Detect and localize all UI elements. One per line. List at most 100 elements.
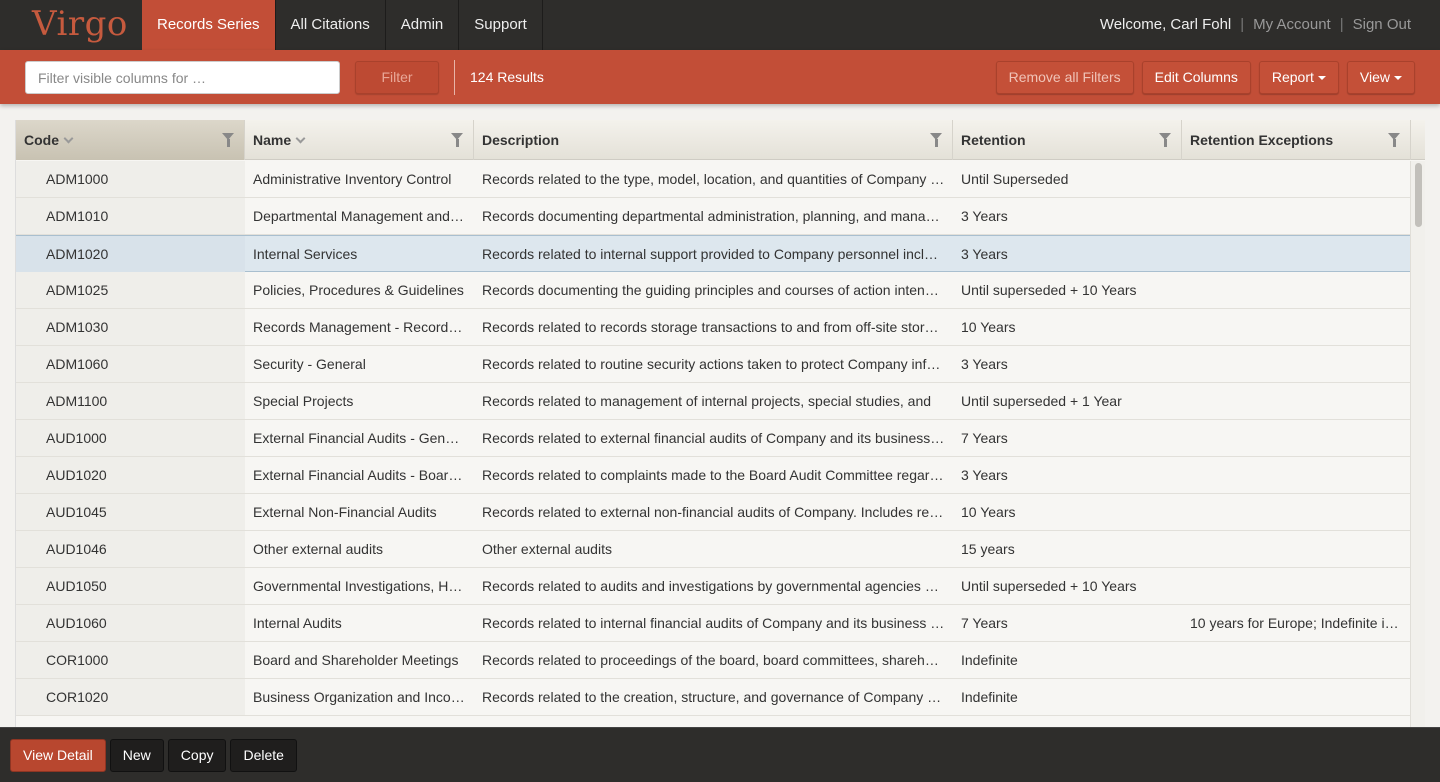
cell-name: External Financial Audits - Board Audit … xyxy=(253,467,474,483)
cell-name: Special Projects xyxy=(253,393,354,409)
vertical-scrollbar[interactable] xyxy=(1410,161,1425,727)
table-row[interactable]: ADM1020 Internal Services Records related … xyxy=(16,235,1411,272)
column-header-retention[interactable]: Retention xyxy=(953,120,1182,160)
main-nav: Records Series All Citations Admin Suppo… xyxy=(142,0,543,50)
cell-description: Records related to audits and investigat… xyxy=(482,578,949,594)
column-title: Retention xyxy=(961,132,1026,148)
cell-retention: Until superseded + 10 Years xyxy=(961,578,1137,594)
cell-description: Other external audits xyxy=(482,541,612,557)
table-row[interactable]: ADM1060 Security - General Records related… xyxy=(16,346,1411,383)
caret-down-icon xyxy=(1394,76,1402,81)
cell-retention-exceptions xyxy=(1182,494,1411,530)
toolbar-actions: Remove all Filters Edit Columns Report V… xyxy=(995,61,1415,94)
cell-name: Internal Audits xyxy=(253,615,342,631)
filter-funnel-icon[interactable] xyxy=(1159,133,1172,147)
table-row[interactable]: ADM1100 Special Projects Records related t… xyxy=(16,383,1411,420)
cell-retention: 10 Years xyxy=(961,504,1016,520)
table-row[interactable]: COR1000 Board and Shareholder Meetings Rec… xyxy=(16,642,1411,679)
remove-all-filters-button[interactable]: Remove all Filters xyxy=(995,61,1134,94)
cell-description: Records related to management of interna… xyxy=(482,393,932,409)
filter-button[interactable]: Filter xyxy=(355,61,439,94)
table-row[interactable]: AUD1060 Internal Audits Records related to… xyxy=(16,605,1411,642)
cell-retention-exceptions xyxy=(1182,568,1411,604)
filter-funnel-icon[interactable] xyxy=(930,133,943,147)
cell-description: Records related to routine security acti… xyxy=(482,356,953,372)
cell-code: COR1000 xyxy=(16,642,245,678)
cell-name: Security - General xyxy=(253,356,366,372)
cell-description: Records related to internal support prov… xyxy=(482,246,953,262)
nav-records-series[interactable]: Records Series xyxy=(142,0,276,50)
cell-name: Governmental Investigations, Hearings xyxy=(253,578,474,594)
cell-retention: 3 Years xyxy=(961,467,1008,483)
cell-name: Internal Services xyxy=(253,246,358,262)
cell-description: Records documenting the guiding principl… xyxy=(482,282,949,298)
report-dropdown[interactable]: Report xyxy=(1258,61,1339,94)
my-account-link[interactable]: My Account xyxy=(1253,0,1331,50)
nav-all-citations[interactable]: All Citations xyxy=(276,0,386,50)
table-row[interactable]: AUD1000 External Financial Audits - Gener… xyxy=(16,420,1411,457)
cell-retention: Until Superseded xyxy=(961,171,1069,187)
column-header-retention-exceptions[interactable]: Retention Exceptions xyxy=(1182,120,1411,160)
cell-retention: 3 Years xyxy=(961,208,1008,224)
cell-retention: Indefinite xyxy=(961,689,1018,705)
column-title: Name xyxy=(253,132,292,148)
table-row[interactable]: ADM1010 Departmental Management and Admin… xyxy=(16,198,1411,235)
table-row[interactable]: ADM1000 Administrative Inventory Control R… xyxy=(16,161,1411,198)
filter-input[interactable] xyxy=(25,61,340,94)
edit-columns-button[interactable]: Edit Columns xyxy=(1141,61,1251,94)
cell-retention-exceptions: 10 years for Europe; Indefinite in US xyxy=(1190,615,1411,631)
column-header-description[interactable]: Description xyxy=(474,120,953,160)
scrollbar-thumb[interactable] xyxy=(1415,163,1422,227)
table-row[interactable]: AUD1020 External Financial Audits - Board… xyxy=(16,457,1411,494)
filter-funnel-icon[interactable] xyxy=(1388,133,1401,147)
records-grid: Code Name Description Retention Retentio… xyxy=(15,120,1425,727)
table-row[interactable]: AUD1050 Governmental Investigations, Hear… xyxy=(16,568,1411,605)
filter-funnel-icon[interactable] xyxy=(222,133,235,147)
cell-retention-exceptions xyxy=(1182,161,1411,197)
cell-retention: 15 years xyxy=(961,541,1015,557)
app-logo[interactable]: Virgo xyxy=(0,0,142,50)
table-row[interactable]: ADM1030 Records Management - Records Stor… xyxy=(16,309,1411,346)
user-menu: Welcome, Carl Fohl | My Account | Sign O… xyxy=(1100,0,1411,50)
cell-code: ADM1010 xyxy=(16,198,245,234)
cell-retention-exceptions xyxy=(1182,642,1411,678)
column-header-code[interactable]: Code xyxy=(16,120,245,160)
sort-chevron-icon[interactable] xyxy=(295,133,306,144)
report-label: Report xyxy=(1271,69,1314,85)
separator: | xyxy=(1240,16,1245,33)
nav-admin[interactable]: Admin xyxy=(386,0,460,50)
column-header-name[interactable]: Name xyxy=(245,120,474,160)
sign-out-link[interactable]: Sign Out xyxy=(1353,0,1411,50)
grid-body: ADM1000 Administrative Inventory Control R… xyxy=(16,161,1411,716)
grid-header: Code Name Description Retention Retentio… xyxy=(16,120,1425,160)
cell-code: ADM1000 xyxy=(16,161,245,197)
view-dropdown[interactable]: View xyxy=(1346,61,1415,94)
sort-chevron-icon[interactable] xyxy=(63,133,74,144)
cell-retention: Until superseded + 1 Year xyxy=(961,393,1122,409)
table-row[interactable]: COR1020 Business Organization and Incorpo… xyxy=(16,679,1411,716)
cell-name: Other external audits xyxy=(253,541,383,557)
table-row[interactable]: ADM1025 Policies, Procedures & Guidelines… xyxy=(16,272,1411,309)
copy-button[interactable]: Copy xyxy=(167,739,227,772)
cell-name: Records Management - Records Storage xyxy=(253,319,474,335)
filter-funnel-icon[interactable] xyxy=(451,133,464,147)
delete-button[interactable]: Delete xyxy=(230,739,297,772)
table-row[interactable]: AUD1045 External Non-Financial Audits Reco… xyxy=(16,494,1411,531)
table-row[interactable]: AUD1046 Other external audits Other extern… xyxy=(16,531,1411,568)
cell-description: Records related to complaints made to th… xyxy=(482,467,953,483)
column-title: Code xyxy=(24,132,59,148)
cell-name: Departmental Management and Administrati… xyxy=(253,208,474,224)
cell-description: Records related to proceedings of the bo… xyxy=(482,652,953,668)
cell-description: Records documenting departmental adminis… xyxy=(482,208,953,224)
filter-toolbar: Filter 124 Results Remove all Filters Ed… xyxy=(0,50,1440,104)
view-detail-button[interactable]: View Detail xyxy=(10,739,106,772)
separator: | xyxy=(1339,16,1344,33)
cell-retention: 3 Years xyxy=(961,356,1008,372)
cell-retention: 10 Years xyxy=(961,319,1016,335)
column-title: Description xyxy=(482,132,560,148)
new-button[interactable]: New xyxy=(109,739,164,772)
cell-code: AUD1050 xyxy=(16,568,245,604)
cell-name: External Financial Audits - General xyxy=(253,430,469,446)
cell-retention: 7 Years xyxy=(961,615,1008,631)
nav-support[interactable]: Support xyxy=(459,0,543,50)
